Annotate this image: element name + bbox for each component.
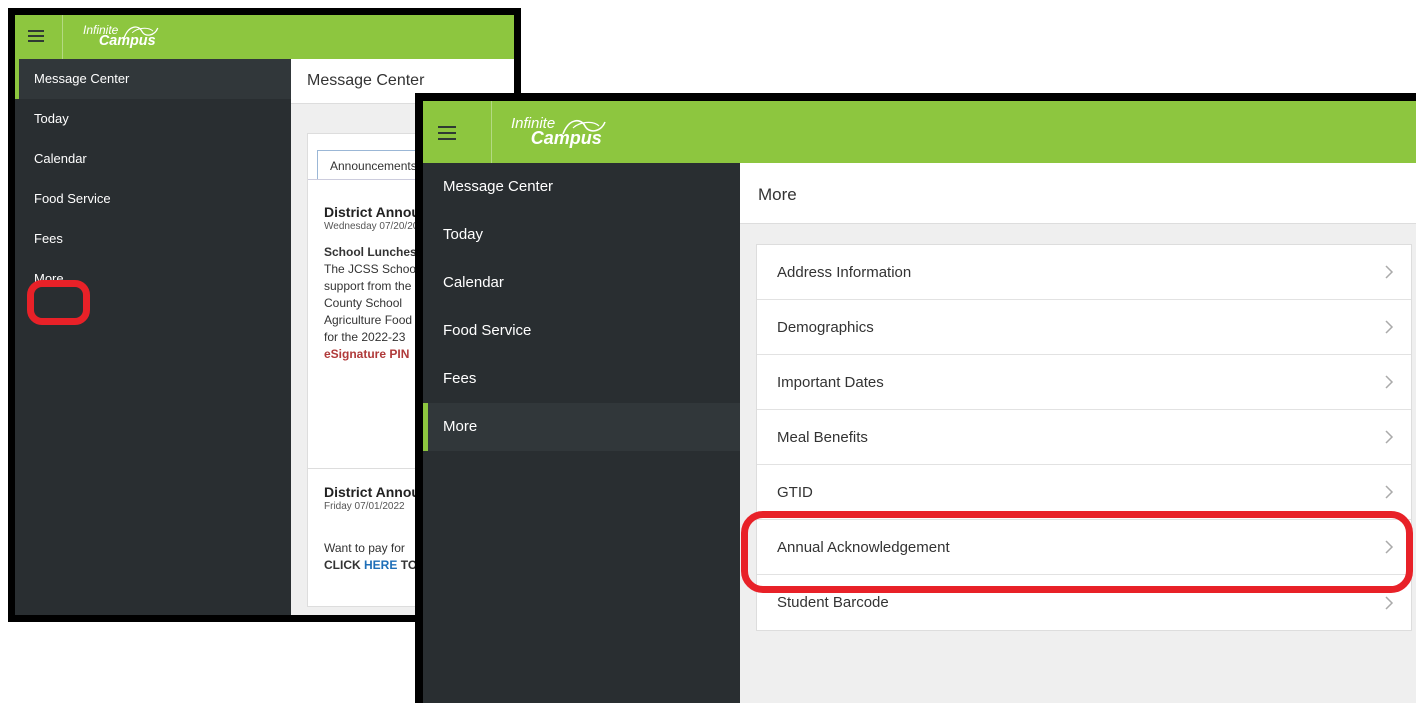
more-item-address-information[interactable]: Address Information: [757, 245, 1411, 300]
more-options-list: Address Information Demographics Importa…: [756, 244, 1412, 631]
more-item-annual-acknowledgement[interactable]: Annual Acknowledgement: [757, 520, 1411, 575]
app-frame: Infinite Campus Message Center Today Cal…: [423, 101, 1416, 703]
here-link[interactable]: HERE: [364, 558, 397, 572]
hamburger-menu-icon[interactable]: [438, 126, 456, 140]
sidebar-item-today[interactable]: Today: [423, 211, 740, 259]
sidebar-item-fees[interactable]: Fees: [423, 355, 740, 403]
cta-prefix: CLICK: [324, 558, 361, 572]
top-bar: Infinite Campus: [423, 101, 1416, 163]
chevron-right-icon: [1385, 320, 1394, 334]
page-title: More: [740, 163, 1416, 224]
more-item-gtid[interactable]: GTID: [757, 465, 1411, 520]
more-item-meal-benefits[interactable]: Meal Benefits: [757, 410, 1411, 465]
infinite-campus-logo[interactable]: Infinite Campus: [511, 116, 606, 147]
sidebar-item-message-center[interactable]: Message Center: [15, 59, 291, 99]
chevron-right-icon: [1385, 375, 1394, 389]
more-item-label: Demographics: [777, 318, 874, 336]
more-item-important-dates[interactable]: Important Dates: [757, 355, 1411, 410]
more-item-label: Meal Benefits: [777, 428, 868, 446]
chevron-right-icon: [1385, 595, 1394, 610]
logo-swoosh-icon: [562, 119, 606, 135]
chevron-right-icon: [1385, 540, 1394, 554]
sidebar: Message Center Today Calendar Food Servi…: [423, 163, 740, 703]
chevron-right-icon: [1385, 265, 1394, 279]
sidebar-item-more[interactable]: More: [15, 259, 291, 299]
topbar-divider: [491, 101, 492, 163]
chevron-right-icon: [1385, 485, 1394, 499]
more-item-label: GTID: [777, 483, 813, 501]
sidebar-item-food-service[interactable]: Food Service: [423, 307, 740, 355]
sidebar-item-calendar[interactable]: Calendar: [15, 139, 291, 179]
hamburger-menu-icon[interactable]: [28, 30, 44, 42]
sidebar-item-fees[interactable]: Fees: [15, 219, 291, 259]
logo-swoosh-icon: [123, 26, 159, 38]
sidebar-item-more[interactable]: More: [423, 403, 740, 451]
more-item-label: Student Barcode: [777, 594, 889, 611]
more-item-label: Important Dates: [777, 373, 884, 391]
more-item-student-barcode[interactable]: Student Barcode: [757, 575, 1411, 630]
more-window: Infinite Campus Message Center Today Cal…: [415, 93, 1416, 703]
sidebar-item-food-service[interactable]: Food Service: [15, 179, 291, 219]
more-item-demographics[interactable]: Demographics: [757, 300, 1411, 355]
sidebar-item-today[interactable]: Today: [15, 99, 291, 139]
topbar-divider: [62, 15, 63, 59]
chevron-right-icon: [1385, 430, 1394, 444]
sidebar-item-message-center[interactable]: Message Center: [423, 163, 740, 211]
sidebar-item-calendar[interactable]: Calendar: [423, 259, 740, 307]
sidebar: Message Center Today Calendar Food Servi…: [15, 59, 291, 615]
infinite-campus-logo[interactable]: Infinite Campus: [83, 24, 159, 49]
more-item-label: Annual Acknowledgement: [777, 538, 950, 556]
top-bar: Infinite Campus: [15, 15, 514, 59]
more-item-label: Address Information: [777, 263, 912, 281]
content-area: More Address Information Demographics Im…: [740, 163, 1416, 703]
